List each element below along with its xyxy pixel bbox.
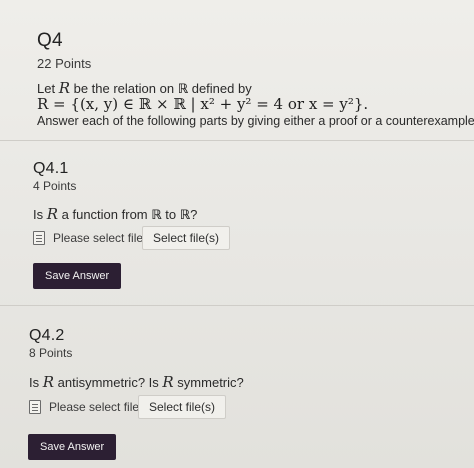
q4-intro-mid: be the relation on <box>69 81 178 96</box>
q4-definition: R = {(x, y) ∈ ℝ × ℝ | x² + y² = 4 or x =… <box>37 95 369 113</box>
q42-save-answer-button[interactable]: Save Answer <box>28 434 117 460</box>
file-upload-icon <box>33 231 45 245</box>
section-divider <box>0 140 474 141</box>
q4-points: 22 Points <box>37 56 92 71</box>
q41-select-files-button[interactable]: Select file(s) <box>142 226 231 250</box>
q4-title: Q4 <box>37 30 63 51</box>
q42-title: Q4.2 <box>29 327 65 344</box>
q42-question-var2: R <box>162 373 174 391</box>
q41-question-pre: Is <box>33 207 47 222</box>
q42-question-var1: R <box>42 373 55 391</box>
q4-instruction: Answer each of the following parts by gi… <box>37 114 474 128</box>
q41-question-to: to <box>161 207 180 222</box>
assignment-page: Q4 22 Points Let R be the relation on ℝ … <box>0 0 474 468</box>
q41-points: 4 Points <box>33 179 77 193</box>
q41-question: Is R a function from ℝ to ℝ? <box>33 205 197 223</box>
q41-question-set1: ℝ <box>151 208 162 223</box>
q41-question-end: ? <box>190 207 198 222</box>
q4-intro-pre: Let <box>37 81 59 96</box>
q42-question-mid: antisymmetric? Is <box>54 375 163 390</box>
q4-intro-post: defined by <box>188 81 252 96</box>
q41-question-set2: ℝ <box>179 208 191 223</box>
q41-save-answer-button[interactable]: Save Answer <box>33 263 122 289</box>
q42-points: 8 Points <box>29 346 73 360</box>
q41-title: Q4.1 <box>33 160 69 177</box>
q42-question-pre: Is <box>29 375 43 390</box>
q42-question: Is R antisymmetric? Is R symmetric? <box>29 373 244 391</box>
file-upload-icon <box>29 400 41 414</box>
q41-upload-row[interactable]: Please select file(s) <box>33 225 157 251</box>
q42-upload-row[interactable]: Please select file(s) <box>29 394 153 420</box>
q41-question-var: R <box>46 205 59 223</box>
section-divider <box>0 305 474 306</box>
q41-question-mid: a function from <box>58 207 152 222</box>
q42-select-files-button[interactable]: Select file(s) <box>138 395 227 419</box>
q42-question-end: symmetric? <box>173 375 244 390</box>
